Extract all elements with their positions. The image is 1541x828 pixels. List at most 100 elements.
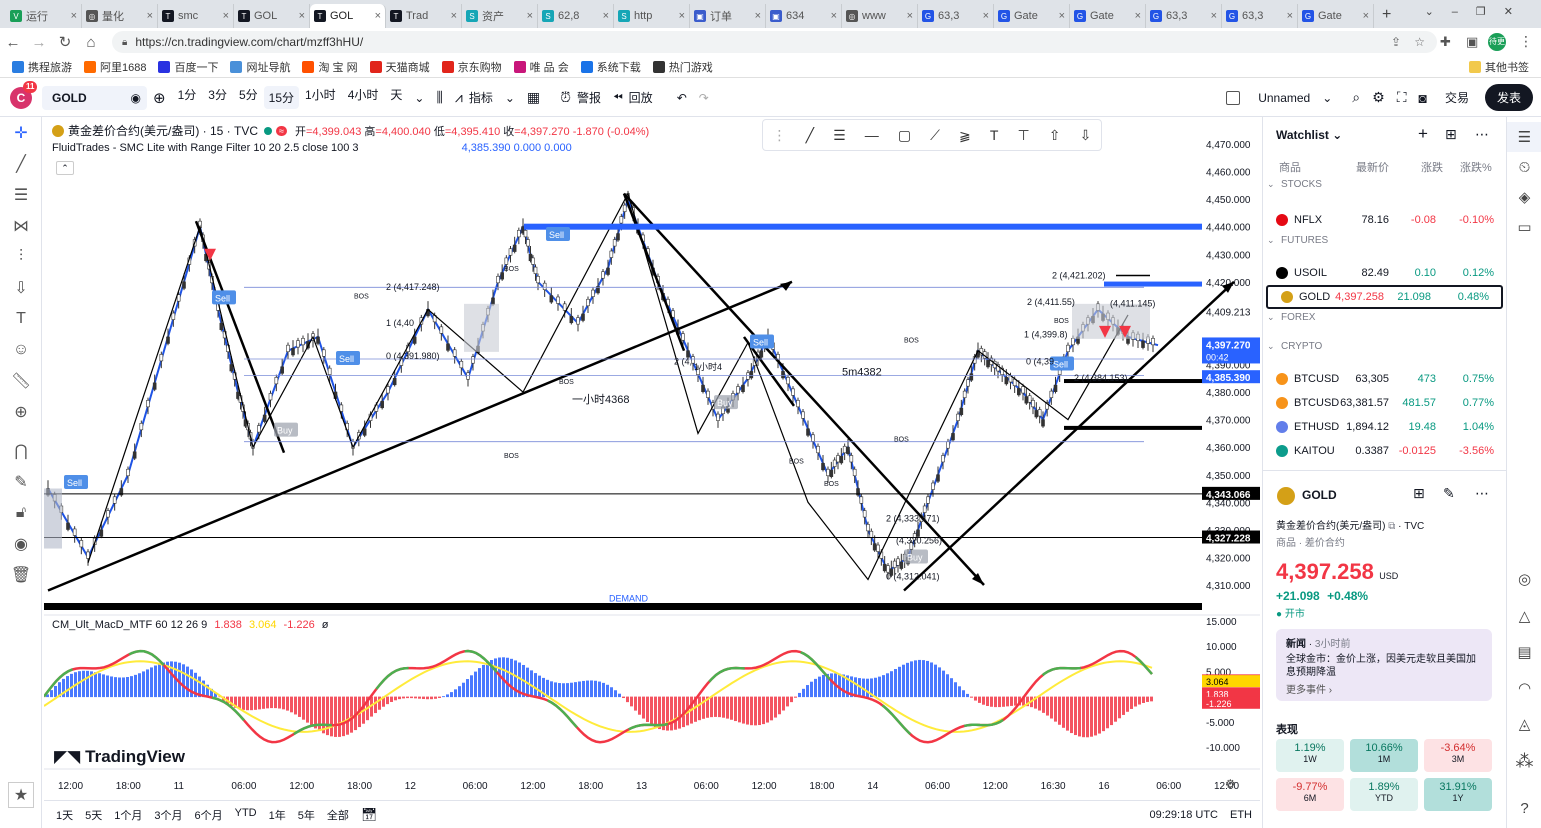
details-symbol[interactable]: GOLD xyxy=(1302,488,1337,502)
close-tab-icon[interactable]: × xyxy=(907,10,913,22)
macd-legend[interactable]: CM_Ult_MacD_MTF 60 12 26 9 1.838 3.064 -… xyxy=(52,619,329,631)
chevron-down-icon[interactable]: ⌄ xyxy=(1316,91,1338,105)
new-tab-icon[interactable]: + xyxy=(1382,6,1391,24)
chevron-down-icon[interactable]: ⌄ xyxy=(1425,6,1452,18)
camera-icon[interactable]: ◙ xyxy=(1413,90,1433,106)
zoom-icon[interactable]: ⊕ xyxy=(0,396,42,427)
extensions-icon[interactable]: ✚ xyxy=(1440,34,1451,50)
layers-icon[interactable]: ◈ xyxy=(1507,182,1541,212)
watchlist-title[interactable]: Watchlist ⌄ xyxy=(1276,128,1342,142)
help-icon[interactable]: ? xyxy=(1507,793,1541,823)
share-icon[interactable]: ⇪ xyxy=(1391,35,1401,49)
interval-button[interactable]: 1分 xyxy=(172,86,203,109)
trade-button[interactable]: 交易 xyxy=(1439,89,1475,106)
more-icon[interactable]: ⋯ xyxy=(1475,485,1489,502)
bookmark-item[interactable]: 百度一下 xyxy=(158,59,218,75)
add-symbol-icon[interactable]: + xyxy=(1418,124,1428,144)
reload-icon[interactable]: ↻ xyxy=(52,33,78,51)
lock-drawing-icon[interactable]: ✎ xyxy=(0,466,42,497)
close-tab-icon[interactable]: × xyxy=(679,10,685,22)
performance-cell[interactable]: 10.66% 1M xyxy=(1350,739,1418,772)
quick-search-icon[interactable]: ⌕ xyxy=(1346,89,1366,106)
apps-icon[interactable]: ⁂ xyxy=(1507,746,1541,776)
browser-tab[interactable]: T GOL × xyxy=(310,4,386,28)
interval-button[interactable]: 4小时 xyxy=(342,86,385,109)
browser-tab[interactable]: G Gate × xyxy=(1070,4,1146,28)
advanced-view-icon[interactable]: ⊞ xyxy=(1445,126,1457,143)
interval-button[interactable]: 3分 xyxy=(202,86,233,109)
interval-button[interactable]: 15分 xyxy=(263,86,299,109)
menu-icon[interactable]: ⋮ xyxy=(1519,33,1533,50)
sidepanel-icon[interactable]: ▣ xyxy=(1466,34,1478,50)
address-bar[interactable]: 🔒︎ https://cn.tradingview.com/chart/mzff… xyxy=(112,31,1437,53)
ideas-icon[interactable]: △ xyxy=(1507,601,1541,631)
interval-button[interactable]: 1小时 xyxy=(299,86,342,109)
demand-zone[interactable] xyxy=(44,603,1202,610)
edit-icon[interactable]: ✎ xyxy=(1443,485,1455,502)
bookmark-item[interactable]: 京东购物 xyxy=(441,59,502,75)
text-tool-icon[interactable]: T xyxy=(990,127,999,143)
interval-button[interactable]: 天 xyxy=(384,86,408,109)
performance-cell[interactable]: 1.19% 1W xyxy=(1276,739,1344,772)
grid-icon[interactable]: ⊞ xyxy=(1413,485,1425,502)
close-tab-icon[interactable]: × xyxy=(451,10,457,22)
range-button[interactable]: 1年 xyxy=(269,807,286,823)
collapse-legend-button[interactable]: ⌃ xyxy=(56,161,74,175)
bookmarks-other[interactable]: 其他书签 xyxy=(1469,59,1529,75)
range-button[interactable]: 5天 xyxy=(85,807,102,823)
layouts-icon[interactable]: ▦ xyxy=(521,89,546,106)
goto-date-icon[interactable]: 📅︎ xyxy=(361,807,378,823)
range-button[interactable]: 6个月 xyxy=(195,807,223,823)
close-tab-icon[interactable]: × xyxy=(299,10,305,22)
minimize-icon[interactable]: – xyxy=(1452,6,1476,18)
notifications-icon[interactable]: ◬ xyxy=(1507,709,1541,739)
browser-tab[interactable]: T GOL × xyxy=(234,4,310,28)
indicator-legend[interactable]: FluidTrades - SMC Lite with Range Filter… xyxy=(52,142,572,154)
ruler-icon[interactable]: 📏︎ xyxy=(0,365,42,396)
close-tab-icon[interactable]: × xyxy=(755,10,761,22)
text-icon[interactable]: T xyxy=(0,303,42,334)
hline-tool-icon[interactable]: — xyxy=(865,127,879,143)
watchlist-section[interactable]: FUTURES xyxy=(1281,235,1328,246)
time-settings-icon[interactable]: ⚙︎ xyxy=(1225,777,1236,791)
watchlist-row[interactable]: BTCUSD 63,381.57 481.57 0.77% xyxy=(1263,391,1506,415)
brush-icon[interactable]: ⇩ xyxy=(0,272,42,303)
watchlist-row[interactable]: USOIL 82.49 0.10 0.12% xyxy=(1263,261,1506,285)
close-tab-icon[interactable]: × xyxy=(375,10,381,22)
performance-cell[interactable]: -3.64% 3M xyxy=(1424,739,1492,772)
close-tab-icon[interactable]: × xyxy=(527,10,533,22)
alert-button[interactable]: 警报 xyxy=(571,89,607,106)
note-tool-icon[interactable]: ⊤ xyxy=(1018,127,1030,144)
watchlist-row[interactable]: GOLD 4,397.258 21.098 0.48% xyxy=(1266,285,1503,309)
bookmark-item[interactable]: 携程旅游 xyxy=(12,59,72,75)
symbol-search[interactable]: GOLD ◉ xyxy=(42,85,147,110)
range-button[interactable]: 1天 xyxy=(56,807,73,823)
performance-cell[interactable]: 31.91% 1Y xyxy=(1424,778,1492,811)
close-tab-icon[interactable]: × xyxy=(1363,10,1369,22)
rectangle-tool-icon[interactable]: ▢ xyxy=(898,127,911,144)
more-icon[interactable]: ⋯ xyxy=(1475,126,1489,143)
emoji-icon[interactable]: ☺ xyxy=(0,334,42,365)
external-link-icon[interactable]: ⧉ xyxy=(1388,521,1395,532)
news-card[interactable]: 新闻 · 3小时前 全球金市：金价上涨，因美元走软且美国加息预期降温 更多事件 … xyxy=(1276,629,1492,701)
drag-handle-icon[interactable]: ⋮ xyxy=(773,127,787,144)
trash-icon[interactable]: 🗑︎ xyxy=(0,559,42,590)
close-tab-icon[interactable]: × xyxy=(1211,10,1217,22)
trend-line[interactable] xyxy=(622,193,686,352)
layout-name[interactable]: Unnamed xyxy=(1252,91,1316,105)
performance-cell[interactable]: 1.89% YTD xyxy=(1350,778,1418,811)
chart-canvas[interactable]: 4,470.000 4,460.000 4,450.000 4,440.000 4,43… xyxy=(44,117,1260,800)
browser-tab[interactable]: G 63,3 × xyxy=(1222,4,1298,28)
user-avatar[interactable]: C 11 xyxy=(10,80,38,109)
close-tab-icon[interactable]: × xyxy=(1287,10,1293,22)
browser-tab[interactable]: Tsmc × xyxy=(158,4,234,28)
browser-tab[interactable]: S 62,8 × xyxy=(538,4,614,28)
watchlist-section[interactable]: CRYPTO xyxy=(1281,341,1322,352)
profile-avatar[interactable]: 待更 xyxy=(1488,33,1506,51)
supply-zone[interactable] xyxy=(524,223,1202,230)
utc-clock[interactable]: 09:29:18 UTC xyxy=(1150,809,1218,821)
close-tab-icon[interactable]: × xyxy=(223,10,229,22)
bookmark-item[interactable]: 网址导航 xyxy=(230,59,290,75)
fib-icon[interactable]: ☰ xyxy=(0,179,42,210)
browser-tab[interactable]: ▣ 订单 × xyxy=(690,4,766,28)
